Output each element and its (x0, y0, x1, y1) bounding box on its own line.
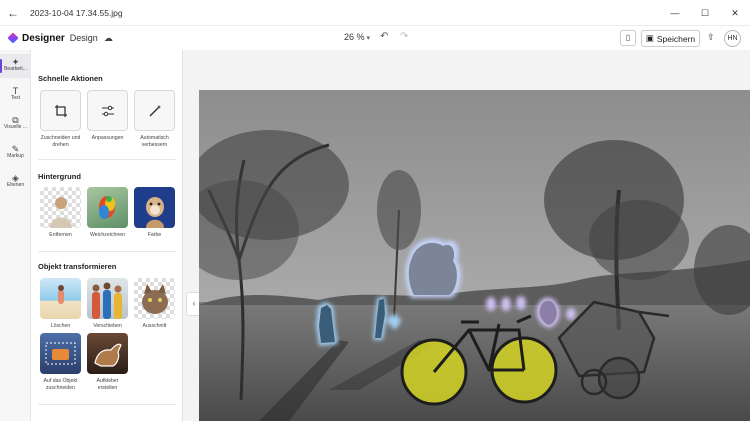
close-icon[interactable]: ✕ (720, 0, 750, 26)
shapes-icon: ⧉ (12, 115, 19, 125)
zoom-value: 26 % (344, 32, 365, 42)
object-erase-thumbnail (40, 278, 81, 319)
object-erase-button[interactable]: Löschen (40, 278, 81, 330)
magic-wand-icon (134, 90, 175, 131)
app-name: Designer (22, 32, 65, 44)
minimize-icon[interactable]: — (660, 0, 690, 26)
crop-icon (40, 90, 81, 131)
crop-rotate-button[interactable]: Zuschneiden und drehen (40, 90, 81, 148)
text-icon: T (12, 86, 19, 96)
designer-logo-icon (7, 32, 19, 44)
rail-item-label: Bearbeit... (4, 66, 27, 72)
pen-icon: ✎ (11, 144, 20, 154)
divider (38, 159, 176, 160)
rail-item-visuals[interactable]: ⧉ Visuelle ... (0, 112, 31, 136)
background-remove-button[interactable]: Entfernen (40, 187, 81, 239)
rail-item-label: Text (10, 95, 21, 101)
object-move-button[interactable]: Verschieben (87, 278, 128, 330)
rail-item-text[interactable]: T Text (0, 83, 31, 107)
crop-to-object-button[interactable]: Auf das Objekt zuschneiden (40, 333, 81, 391)
background-blur-button[interactable]: Weichzeichnen (87, 187, 128, 239)
tile-label: Anpassungen (91, 135, 124, 141)
window-titlebar: ← 2023-10-04 17.34.55.jpg — ☐ ✕ (0, 0, 750, 26)
background-color-button[interactable]: Farbe (134, 187, 175, 239)
object-move-thumbnail (87, 278, 128, 319)
background-remove-thumbnail (40, 187, 81, 228)
tile-label: Aufkleber erstellen (96, 378, 119, 391)
window-title: 2023-10-04 17.34.55.jpg (30, 7, 123, 18)
tile-label: Weichzeichnen (89, 232, 126, 238)
undo-icon[interactable]: ↶ (380, 31, 388, 42)
rail-item-label: Ebenen (6, 182, 25, 188)
chevron-down-icon: ▾ (366, 35, 371, 42)
section-title-quick-actions: Schnelle Aktionen (38, 74, 103, 83)
edit-panel: Schnelle Aktionen Zuschneiden und drehen… (31, 50, 183, 421)
section-title-object-transform: Objekt transformieren (38, 262, 117, 271)
save-button[interactable]: ▣ Speichern (641, 30, 700, 47)
cloud-sync-icon[interactable]: ☁ (104, 33, 113, 44)
maximize-icon[interactable]: ☐ (690, 0, 720, 26)
rail-item-layers[interactable]: ◈ Ebenen (0, 170, 31, 194)
tile-label: Ausschnitt (142, 323, 167, 329)
auto-enhance-button[interactable]: Automatisch verbessern (134, 90, 175, 148)
window-controls: — ☐ ✕ (660, 0, 750, 26)
rail-item-bearbeiten[interactable]: ✦ Bearbeit... (0, 54, 31, 78)
tile-label: Zuschneiden und drehen (40, 135, 81, 148)
tile-label: Auf das Objekt zuschneiden (43, 378, 78, 391)
tile-label: Entfernen (49, 232, 72, 238)
left-tool-rail: ✦ Bearbeit... T Text ⧉ Visuelle ... ✎ Ma… (0, 50, 31, 421)
avatar[interactable]: HN (724, 30, 741, 47)
divider (38, 404, 176, 405)
create-sticker-button[interactable]: Aufkleber erstellen (87, 333, 128, 391)
tile-label: Verschieben (93, 323, 122, 329)
adjustments-button[interactable]: Anpassungen (87, 90, 128, 142)
layers-icon: ◈ (12, 173, 19, 183)
share-icon[interactable]: ⇪ (707, 32, 715, 43)
tile-label: Farbe (147, 232, 162, 238)
sparkle-icon: ✦ (11, 57, 20, 67)
background-blur-thumbnail (87, 187, 128, 228)
rail-item-label: Markup (7, 153, 24, 159)
app-mode-label[interactable]: Design (70, 33, 98, 43)
device-preview-icon[interactable]: ▯ (620, 30, 636, 46)
rail-item-label: Visuelle ... (4, 124, 27, 130)
app-toolbar: Designer Design ☁ 26 % ▾ ↶ ↷ ▯ ▣ Speichern… (0, 26, 750, 50)
create-sticker-thumbnail (87, 333, 128, 374)
section-title-background: Hintergrund (38, 172, 81, 181)
save-icon: ▣ (645, 33, 654, 43)
redo-icon[interactable]: ↷ (400, 31, 408, 42)
zoom-dropdown[interactable]: 26 % ▾ (344, 32, 370, 42)
tile-label: Automatisch verbessern (140, 135, 169, 148)
sliders-icon (87, 90, 128, 131)
edited-photo[interactable] (199, 90, 750, 421)
save-label: Speichern (656, 33, 696, 44)
back-arrow-icon[interactable]: ← (0, 6, 26, 20)
background-color-thumbnail (134, 187, 175, 228)
divider (38, 251, 176, 252)
object-cutout-button[interactable]: Ausschnitt (134, 278, 175, 330)
rail-item-markup[interactable]: ✎ Markup (0, 141, 31, 165)
tile-label: Löschen (50, 323, 71, 329)
object-cutout-thumbnail (134, 278, 175, 319)
crop-to-object-thumbnail (40, 333, 81, 374)
